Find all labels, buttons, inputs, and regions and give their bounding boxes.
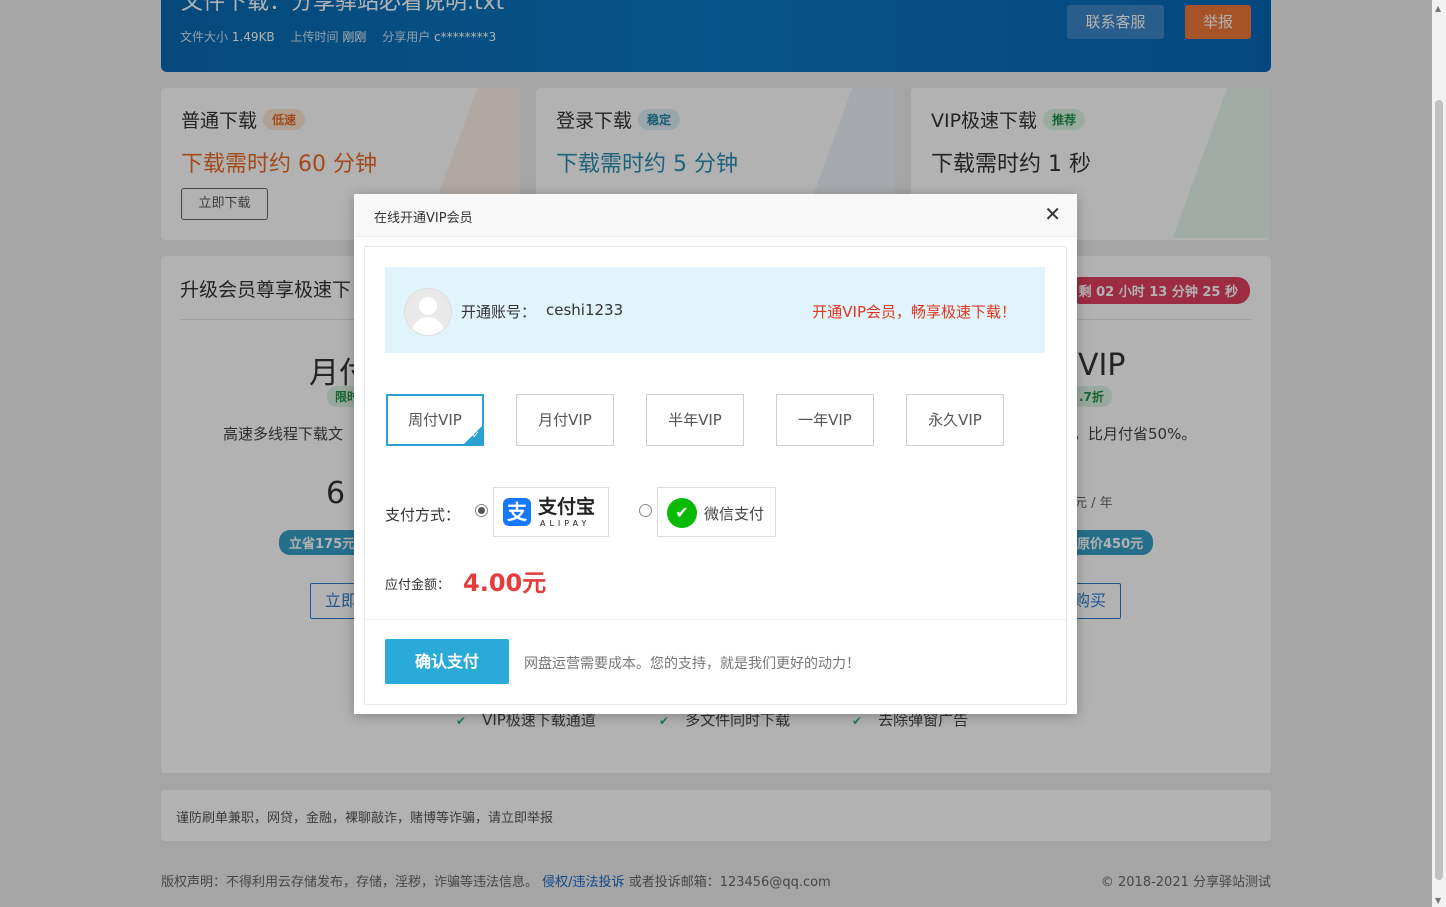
vip-option-label: 一年VIP	[798, 411, 852, 429]
alipay-text: 支付宝	[538, 496, 596, 518]
scroll-down-icon[interactable]: ▼	[1435, 896, 1441, 905]
support-note: 网盘运营需要成本。您的支持，就是我们更好的动力！	[524, 656, 860, 672]
vip-option-monthly[interactable]: 月付VIP	[516, 394, 614, 446]
promo-text: 开通VIP会员，畅享极速下载！	[812, 303, 1016, 321]
modal-title: 在线开通VIP会员	[374, 211, 473, 226]
close-icon[interactable]: ✕	[1044, 203, 1061, 225]
wechat-option[interactable]: ✔ 微信支付	[657, 487, 776, 537]
wechat-icon: ✔	[667, 498, 697, 528]
avatar	[404, 288, 452, 336]
vip-option-yearly[interactable]: 一年VIP	[776, 394, 874, 446]
account-value: ceshi1233	[546, 301, 624, 319]
modal-body: 开通账号： ceshi1233 开通VIP会员，畅享极速下载！ 周付VIP ✓ …	[364, 246, 1067, 705]
modal-header: 在线开通VIP会员 ✕	[354, 194, 1077, 237]
vip-option-label: 半年VIP	[668, 411, 722, 429]
payment-label: 支付方式：	[385, 506, 461, 524]
amount-value: 4.00元	[463, 569, 547, 597]
confirm-pay-button[interactable]: 确认支付	[385, 639, 509, 684]
vip-option-weekly[interactable]: 周付VIP ✓	[386, 394, 484, 446]
vip-option-label: 月付VIP	[538, 411, 592, 429]
amount-label: 应付金额：	[385, 578, 451, 593]
account-panel: 开通账号： ceshi1233 开通VIP会员，畅享极速下载！	[385, 267, 1045, 353]
alipay-icon: 支	[503, 498, 531, 526]
check-icon: ✓	[471, 430, 480, 441]
wechat-text: 微信支付	[704, 505, 765, 523]
avatar-head	[419, 297, 437, 315]
wechat-radio[interactable]	[639, 504, 652, 517]
vip-option-halfyear[interactable]: 半年VIP	[646, 394, 744, 446]
vip-option-lifetime[interactable]: 永久VIP	[906, 394, 1004, 446]
vip-option-label: 永久VIP	[928, 411, 982, 429]
alipay-sub: ALIPAY	[540, 519, 591, 528]
vip-modal: 在线开通VIP会员 ✕ 开通账号： ceshi1233 开通VIP会员，畅享极速…	[354, 194, 1077, 714]
account-label: 开通账号：	[461, 303, 537, 321]
vip-option-label: 周付VIP	[408, 411, 462, 429]
scroll-up-icon[interactable]: ▲	[1435, 4, 1441, 13]
alipay-option[interactable]: 支 支付宝 ALIPAY	[493, 487, 609, 537]
scroll-thumb[interactable]	[1435, 100, 1443, 880]
avatar-body	[412, 317, 444, 335]
alipay-radio[interactable]	[475, 504, 488, 517]
scrollbar[interactable]: ▲ ▼	[1432, 0, 1446, 907]
divider	[365, 619, 1066, 620]
